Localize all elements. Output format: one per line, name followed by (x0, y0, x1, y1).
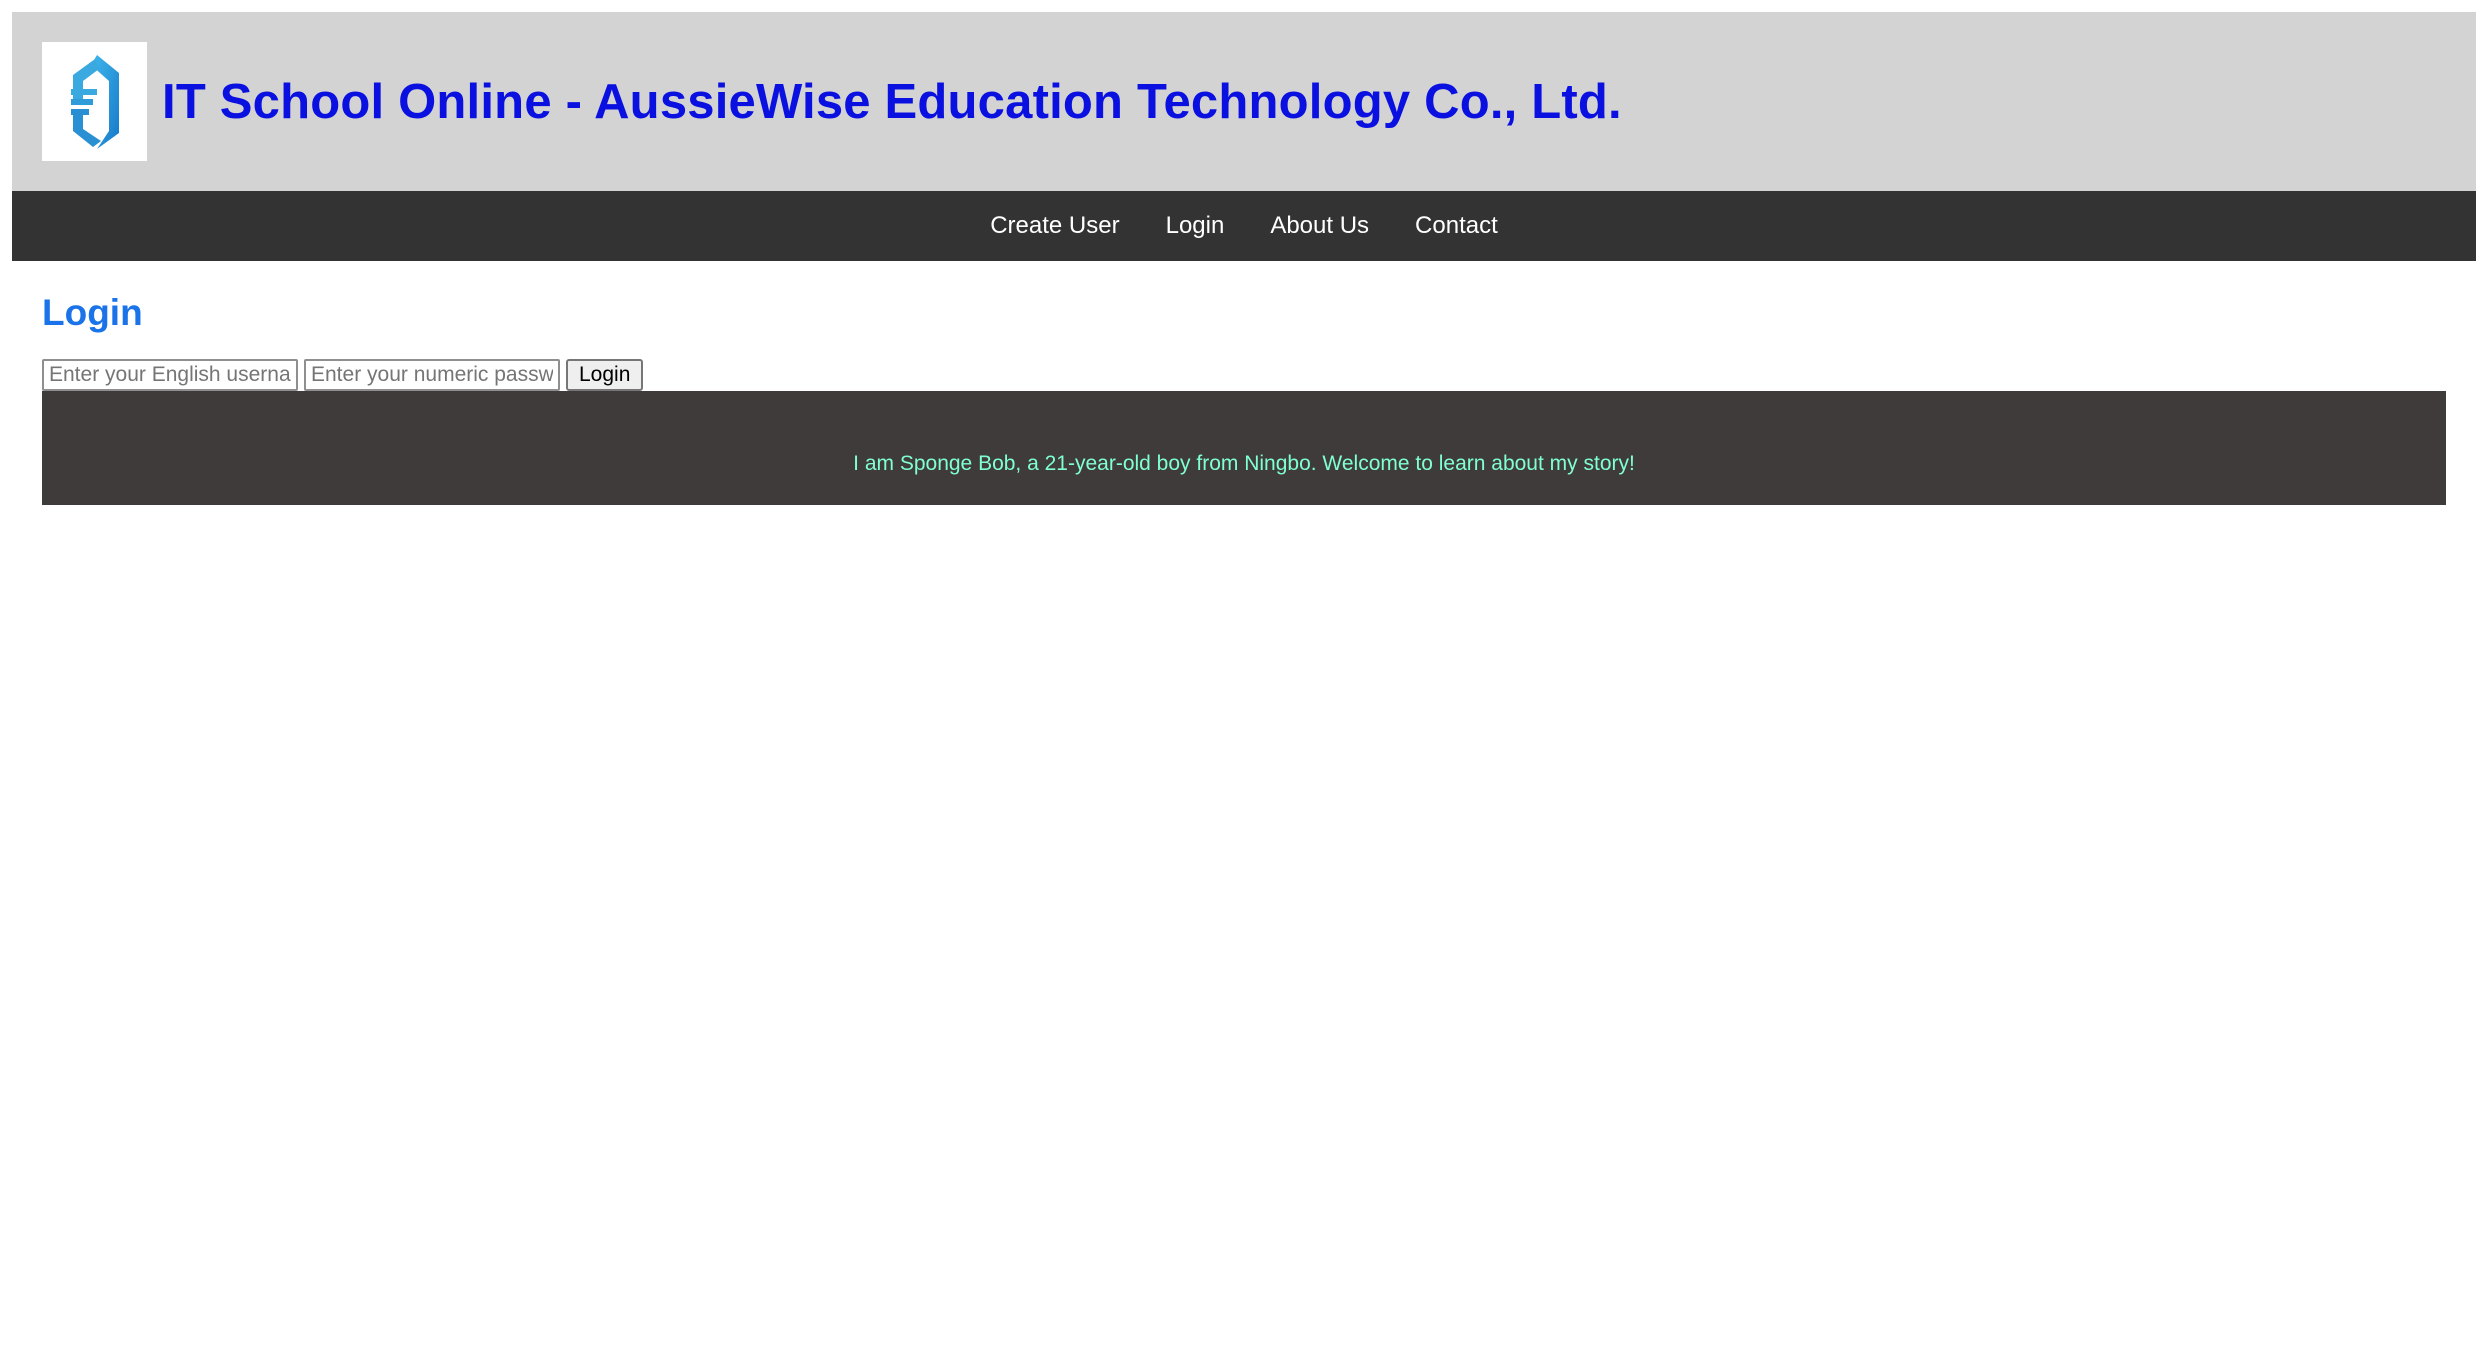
intro-banner: I am Sponge Bob, a 21-year-old boy from … (42, 391, 2446, 505)
login-button[interactable]: Login (566, 359, 644, 391)
site-title: IT School Online - AussieWise Education … (162, 74, 1622, 129)
nav-link-contact[interactable]: Contact (1392, 191, 1521, 261)
login-form: Login (42, 359, 2476, 391)
page: IT School Online - AussieWise Education … (12, 12, 2476, 505)
aussiewise-logo-icon (70, 54, 119, 149)
password-input[interactable] (304, 359, 560, 391)
page-heading: Login (42, 292, 143, 333)
main-nav: Create User Login About Us Contact (12, 191, 2476, 261)
main-content: Login Login I am Sponge Bob, a 21-year-o… (12, 261, 2476, 505)
nav-link-create-user[interactable]: Create User (967, 191, 1142, 261)
nav-link-login[interactable]: Login (1143, 191, 1248, 261)
nav-link-about-us[interactable]: About Us (1247, 191, 1392, 261)
intro-text: I am Sponge Bob, a 21-year-old boy from … (853, 452, 1635, 475)
logo (42, 42, 147, 161)
username-input[interactable] (42, 359, 298, 391)
site-header: IT School Online - AussieWise Education … (12, 12, 2476, 191)
